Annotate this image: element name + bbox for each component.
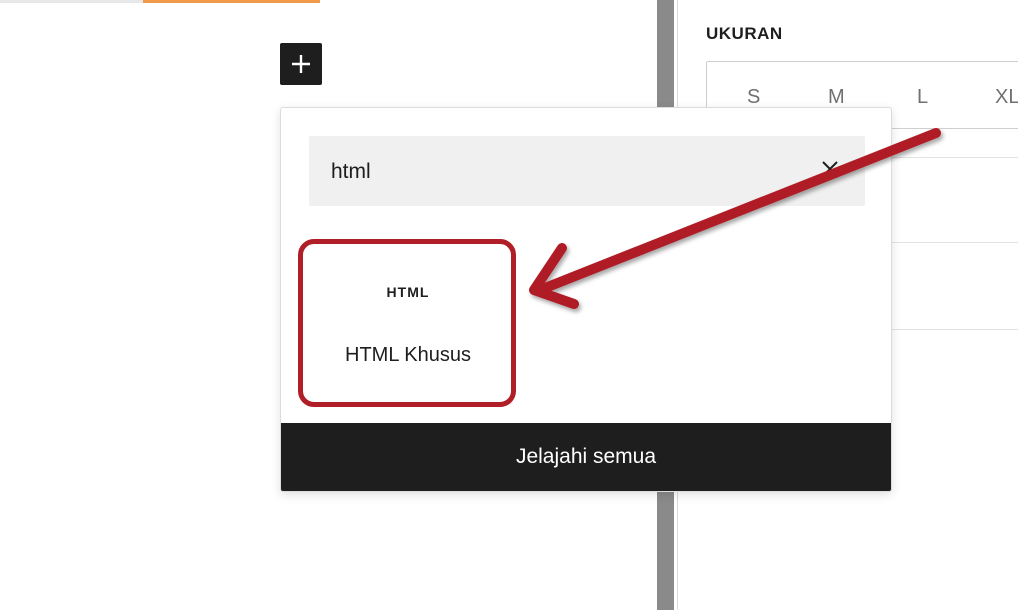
search-input-value: html <box>331 160 371 183</box>
content-image-strip <box>0 0 320 3</box>
block-search-input[interactable]: html <box>309 136 865 206</box>
add-block-button[interactable] <box>280 43 322 85</box>
size-option-l[interactable]: L <box>917 86 928 109</box>
clear-search-button[interactable] <box>819 158 841 185</box>
image-orange-area <box>143 0 320 3</box>
size-title: UKURAN <box>706 24 783 43</box>
close-icon <box>822 161 838 177</box>
size-option-m[interactable]: M <box>828 86 845 109</box>
plus-icon <box>292 55 310 73</box>
browse-all-button[interactable]: Jelajahi semua <box>281 423 891 491</box>
annotation-highlight-box <box>298 239 516 407</box>
size-option-xl[interactable]: XL <box>995 86 1018 109</box>
size-option-s[interactable]: S <box>747 86 760 109</box>
